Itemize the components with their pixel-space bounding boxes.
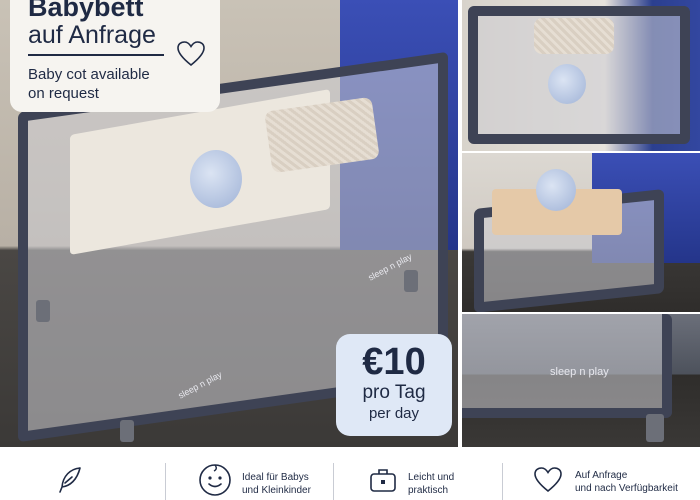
- pillow: [534, 18, 614, 54]
- feature-label: Ideal für Babys und Kleinkinder: [242, 472, 311, 496]
- heart-icon: [534, 467, 562, 493]
- cot-leg: [646, 414, 664, 442]
- title-card: Babybett auf Anfrage Baby cot available …: [10, 0, 220, 112]
- subtitle-line-1: Baby cot available: [28, 66, 150, 83]
- feature-item: Ideal für Babys und Kleinkinder: [166, 447, 333, 500]
- price-amount: €10: [362, 341, 426, 383]
- subtitle-line-2: on request: [28, 85, 99, 102]
- feature-label: Leicht und praktisch: [408, 472, 455, 496]
- title-line-1: Babybett: [28, 0, 144, 22]
- feature-item: [0, 447, 165, 500]
- cot-side-detail-photo: sleep n play: [462, 314, 700, 447]
- cot-leg: [36, 300, 50, 322]
- price-per-day-en: per day: [368, 405, 420, 422]
- suitcase-icon: [370, 469, 396, 492]
- brand-label: sleep n play: [550, 366, 609, 378]
- cot-leg: [120, 420, 134, 442]
- heart-icon: [177, 41, 205, 67]
- baby-face-icon: [199, 464, 231, 496]
- price-per-day-de: pro Tag: [362, 382, 426, 403]
- feature-item: Leicht und praktisch: [334, 447, 502, 500]
- plush-toy: [190, 150, 242, 208]
- feature-label: Auf Anfrage und nach Verfügbarkeit: [575, 470, 678, 494]
- feature-bar: Ideal für Babys und Kleinkinder Leicht un…: [0, 447, 700, 500]
- cot-top-view-photo: [462, 0, 700, 151]
- plush-toy: [536, 169, 576, 211]
- title-rule: [28, 54, 164, 56]
- cot-changing-table-photo: [462, 153, 700, 312]
- price-card: €10 pro Tag per day: [336, 334, 452, 436]
- feature-item: Auf Anfrage und nach Verfügbarkeit: [503, 447, 700, 500]
- feather-icon: [59, 467, 81, 493]
- plush-toy: [548, 64, 586, 104]
- cot-leg: [404, 270, 418, 292]
